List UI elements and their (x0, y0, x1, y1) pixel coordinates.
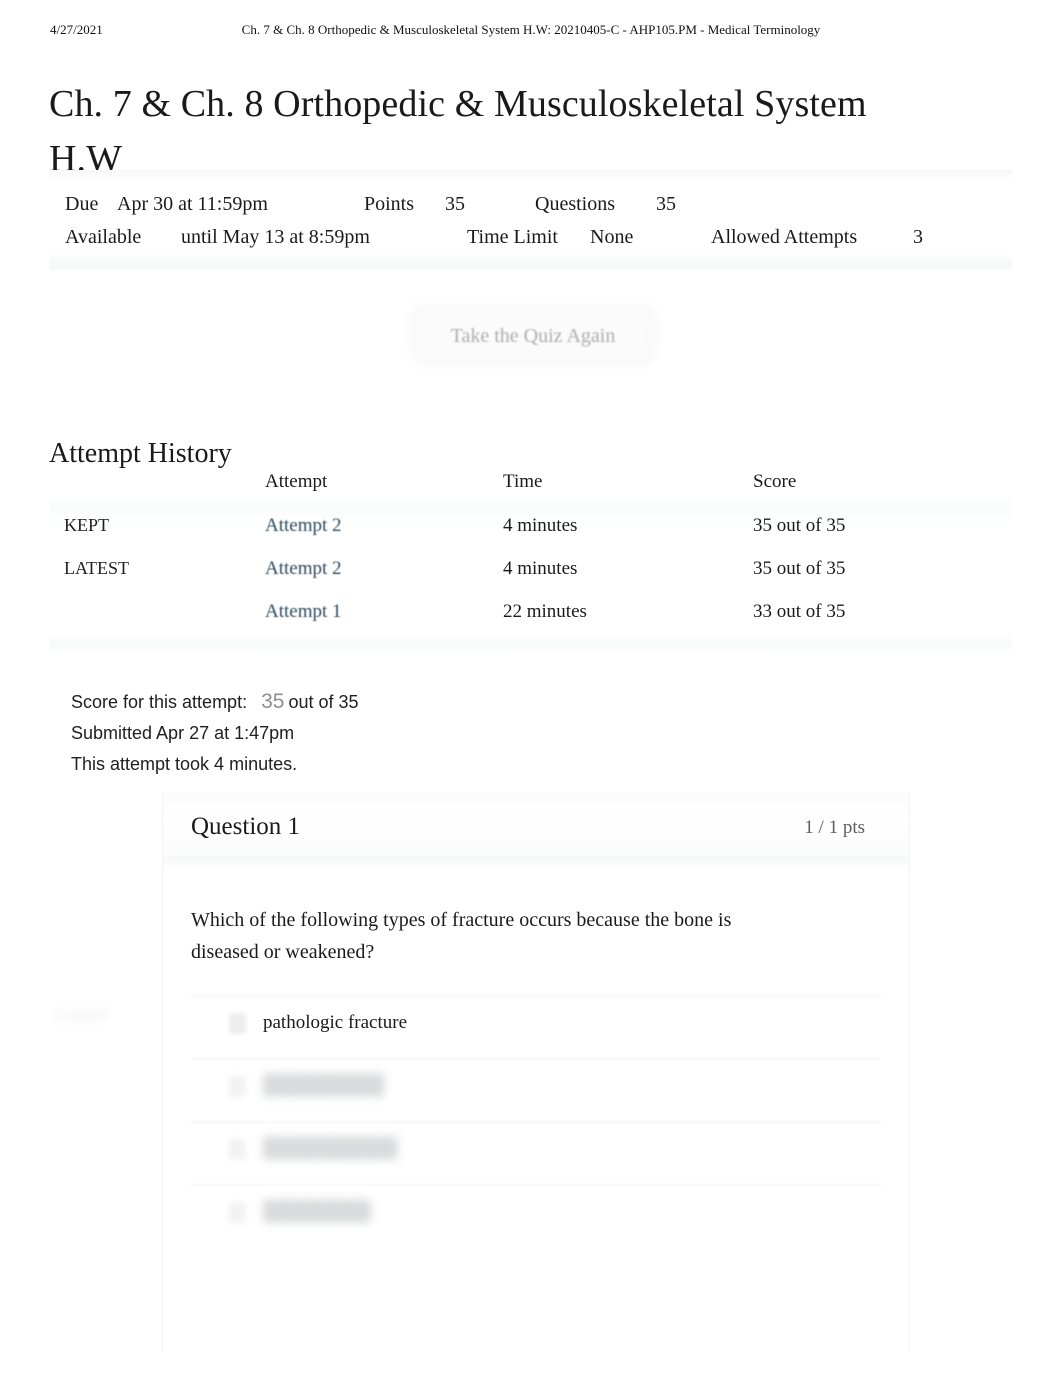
answer-label: ████████ (263, 1201, 371, 1222)
score-for-attempt-line: Score for this attempt: 35 out of 35 (71, 686, 771, 718)
attempt-score: 33 out of 35 (753, 601, 846, 622)
column-header-score: Score (753, 471, 797, 492)
score-summary: Score for this attempt: 35 out of 35 Submi… (71, 686, 771, 780)
quiz-meta-row-2: Available until May 13 at 8:59pm Time Li… (57, 221, 1012, 254)
question-body: Which of the following types of fracture… (163, 867, 909, 1352)
attempt-link[interactable]: Attempt 2 (265, 504, 342, 547)
attempt-time: 22 minutes (503, 601, 587, 622)
question-card: Question 1 1 / 1 pts Which of the follow… (162, 793, 910, 1353)
attempt-flag-kept: KEPT (64, 515, 109, 535)
quiz-meta-row-1: Due Apr 30 at 11:59pm Points 35 Question… (57, 188, 1012, 221)
radio-icon[interactable] (229, 1202, 246, 1223)
question-text: Which of the following types of fracture… (191, 909, 732, 963)
attempt-link[interactable]: Attempt 2 (265, 547, 342, 590)
available-value: until May 13 at 8:59pm (181, 226, 370, 248)
time-limit-label: Time Limit (467, 226, 558, 248)
correct-answer-marker: Correct! (56, 1007, 110, 1024)
question-title: Question 1 (191, 813, 301, 840)
answer-divider (191, 1121, 881, 1123)
available-label: Available (65, 226, 142, 248)
allowed-attempts-label: Allowed Attempts (711, 226, 858, 248)
questions-value: 35 (656, 193, 676, 215)
attempt-score: 35 out of 35 (753, 515, 846, 536)
column-header-time: Time (503, 471, 543, 492)
column-header-attempt: Attempt (265, 471, 328, 492)
table-footer-divider (49, 633, 1012, 651)
print-header: 4/27/2021 Ch. 7 & Ch. 8 Orthopedic & Mus… (0, 22, 1062, 44)
answer-label: █████████ (263, 1075, 385, 1096)
take-quiz-again-button[interactable]: Take the Quiz Again (408, 305, 658, 370)
radio-icon[interactable] (229, 1139, 246, 1160)
answer-option[interactable]: █████████ (191, 1058, 881, 1121)
due-value: Apr 30 at 11:59pm (117, 193, 268, 215)
allowed-attempts-value: 3 (913, 226, 923, 248)
meta-band-bottom-rule (49, 254, 1012, 270)
answer-options-list: pathologic fracture █████████ ██████████… (191, 995, 881, 1247)
answer-option[interactable]: ████████ (191, 1184, 881, 1247)
answer-option[interactable]: ██████████ (191, 1121, 881, 1184)
print-header-title: Ch. 7 & Ch. 8 Orthopedic & Musculoskelet… (241, 22, 821, 37)
attempt-link[interactable]: Attempt 1 (265, 590, 342, 633)
answer-label: pathologic fracture (263, 1012, 408, 1033)
questions-label: Questions (535, 193, 615, 215)
answer-label: ██████████ (263, 1138, 398, 1159)
quiz-meta-band: Due Apr 30 at 11:59pm Points 35 Question… (49, 170, 1012, 270)
answer-option[interactable]: pathologic fracture (191, 995, 881, 1058)
attempt-time: 4 minutes (503, 558, 578, 579)
radio-icon[interactable] (229, 1013, 246, 1034)
table-row: LATEST Attempt 2 4 minutes 35 out of 35 (49, 547, 1012, 590)
score-out-of: out of 35 (288, 692, 359, 712)
attempt-duration-line: This attempt took 4 minutes. (71, 754, 298, 774)
table-row: Attempt 1 22 minutes 33 out of 35 (49, 590, 1012, 633)
attempt-history-table: Attempt Time Score KEPT Attempt 2 4 minu… (49, 464, 1012, 654)
attempt-time: 4 minutes (503, 515, 578, 536)
answer-divider (191, 1184, 881, 1186)
question-points: 1 / 1 pts (804, 817, 865, 838)
table-row: KEPT Attempt 2 4 minutes 35 out of 35 (49, 504, 1012, 547)
question-header: Question 1 1 / 1 pts (163, 793, 909, 858)
score-label: Score for this attempt: (71, 692, 248, 712)
score-value: 35 (261, 690, 285, 713)
answer-divider (191, 1058, 881, 1060)
question-header-divider (163, 857, 909, 867)
due-label: Due (65, 193, 99, 215)
take-quiz-again-label: Take the Quiz Again (450, 325, 616, 347)
points-value: 35 (445, 193, 465, 215)
attempt-score: 35 out of 35 (753, 558, 846, 579)
time-limit-value: None (590, 226, 634, 248)
radio-icon[interactable] (229, 1076, 246, 1097)
meta-band-top-rule (49, 170, 1012, 181)
answer-divider (191, 995, 881, 997)
submitted-line: Submitted Apr 27 at 1:47pm (71, 723, 295, 743)
table-header-row: Attempt Time Score (49, 464, 1012, 500)
attempt-flag-latest: LATEST (64, 558, 129, 578)
points-label: Points (364, 193, 415, 215)
